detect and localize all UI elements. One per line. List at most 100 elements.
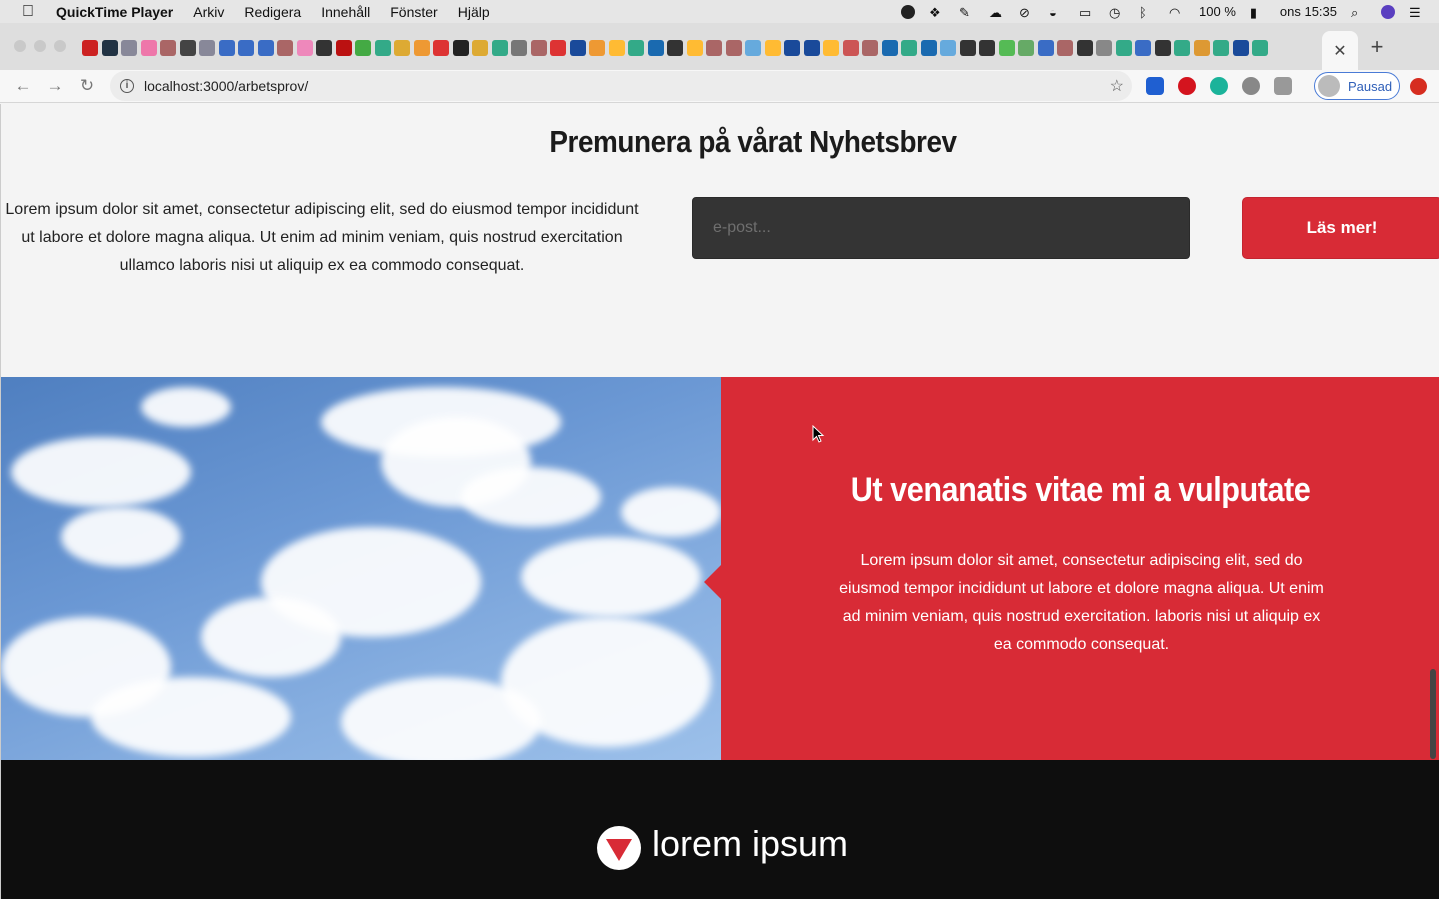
pinned-tab-favicon[interactable] [238, 40, 254, 56]
pinned-tab-favicon[interactable] [413, 40, 430, 56]
menu-hjalp[interactable]: Hjälp [458, 4, 490, 20]
pinned-tab-favicon[interactable] [1037, 40, 1054, 56]
forward-icon[interactable]: → [44, 75, 66, 97]
pinned-tab-favicon[interactable] [491, 40, 508, 56]
update-icon[interactable] [1410, 78, 1427, 95]
pinned-tab-favicon[interactable] [569, 40, 586, 56]
pinned-tab-favicon[interactable] [140, 40, 157, 56]
pinned-tab-favicon[interactable] [862, 40, 878, 56]
menu-redigera[interactable]: Redigera [244, 4, 301, 20]
pinned-tab-favicon[interactable] [160, 40, 176, 56]
pinned-tab-favicon[interactable] [511, 40, 527, 56]
pinned-tab-favicon[interactable] [628, 40, 644, 56]
pinned-tab-favicon[interactable] [608, 40, 625, 56]
pinned-tab-favicon[interactable] [394, 40, 410, 56]
menu-arkiv[interactable]: Arkiv [193, 4, 224, 20]
pinned-tab-favicon[interactable] [784, 40, 800, 56]
active-tab[interactable]: ✕ [1322, 31, 1358, 70]
pinned-tab-favicon[interactable] [1018, 40, 1034, 56]
menubar-clock[interactable]: ons 15:35 [1280, 4, 1337, 19]
new-tab-button[interactable]: + [1366, 36, 1388, 58]
pinned-tab-favicon[interactable] [121, 40, 137, 56]
footer-logo-text[interactable]: lorem ipsum [652, 823, 848, 865]
bluetooth-icon[interactable]: ᛒ [1139, 5, 1155, 20]
pinned-tab-favicon[interactable] [706, 40, 722, 56]
pinned-tab-favicon[interactable] [355, 40, 371, 56]
read-more-button[interactable]: Läs mer! [1242, 197, 1439, 259]
pinned-tab-favicon[interactable] [530, 40, 547, 56]
pinned-tab-favicon[interactable] [1213, 40, 1229, 56]
pinned-tab-favicon[interactable] [979, 40, 995, 56]
pinned-tab-favicon[interactable] [589, 40, 605, 56]
pinned-tab-favicon[interactable] [316, 40, 332, 56]
airplay-icon[interactable]: ▭ [1079, 5, 1095, 20]
site-info-icon[interactable]: i [120, 79, 134, 93]
pinned-tab-favicon[interactable] [803, 40, 820, 56]
pinned-tab-favicon[interactable] [1135, 40, 1151, 56]
pinned-tab-favicon[interactable] [745, 40, 761, 56]
pinned-tab-favicon[interactable] [296, 40, 313, 56]
pinned-tab-favicon[interactable] [686, 40, 703, 56]
pinned-tab-favicon[interactable] [881, 40, 898, 56]
extension-bug-icon[interactable] [1242, 77, 1260, 95]
close-tab-icon[interactable]: ✕ [1333, 41, 1346, 61]
pinned-tab-favicon[interactable] [647, 40, 664, 56]
time-machine-icon[interactable]: ◷ [1109, 5, 1125, 20]
minimize-window-button[interactable] [34, 40, 46, 52]
pinned-tab-favicon[interactable] [218, 40, 235, 56]
pinned-tab-favicon[interactable] [277, 40, 293, 56]
pinned-tab-favicon[interactable] [1096, 40, 1112, 56]
pinned-tab-favicon[interactable] [433, 40, 449, 56]
pinned-tab-favicon[interactable] [823, 40, 839, 56]
logo-icon[interactable] [597, 826, 641, 870]
page-scrollbar[interactable] [1430, 669, 1436, 759]
dropbox-icon[interactable]: ❖ [929, 5, 945, 20]
menu-innehall[interactable]: Innehåll [321, 4, 370, 20]
hat-icon[interactable]: ◒ [1049, 5, 1065, 20]
bookmark-star-icon[interactable]: ☆ [1110, 76, 1124, 96]
address-url[interactable]: localhost:3000/arbetsprov/ [144, 78, 308, 94]
zoom-window-button[interactable] [54, 40, 66, 52]
circle-slash-icon[interactable]: ⊘ [1019, 5, 1035, 20]
apple-menu[interactable]:  [0, 3, 56, 21]
reload-icon[interactable]: ↻ [76, 75, 98, 97]
pinned-tab-favicon[interactable] [842, 40, 859, 56]
pinned-tab-favicon[interactable] [374, 40, 391, 56]
cloud-icon[interactable]: ☁ [989, 5, 1005, 20]
pinned-tab-favicon[interactable] [82, 40, 98, 56]
pinned-tab-favicon[interactable] [998, 40, 1015, 56]
extension-adblock-icon[interactable] [1178, 77, 1196, 95]
pinned-tab-favicon[interactable] [920, 40, 937, 56]
pinned-tab-favicon[interactable] [764, 40, 781, 56]
pinned-tab-favicon[interactable] [1193, 40, 1210, 56]
pinned-tab-favicon[interactable] [257, 40, 274, 56]
email-field[interactable] [692, 197, 1190, 259]
pinned-tab-favicon[interactable] [1154, 40, 1171, 56]
wifi-icon[interactable]: ◠ [1169, 5, 1185, 20]
pinned-tab-favicon[interactable] [101, 40, 118, 56]
feather-icon[interactable]: ✎ [959, 5, 975, 20]
pinned-tab-favicon[interactable] [959, 40, 976, 56]
notification-center-icon[interactable]: ☰ [1409, 5, 1425, 20]
pinned-tab-favicon[interactable] [472, 40, 488, 56]
record-icon[interactable] [901, 4, 916, 19]
pinned-tab-favicon[interactable] [1057, 40, 1073, 56]
extension-m-icon[interactable] [1210, 77, 1228, 95]
menu-fonster[interactable]: Fönster [390, 4, 437, 20]
pinned-tab-favicon[interactable] [199, 40, 215, 56]
spotlight-search-icon[interactable]: ⌕ [1351, 5, 1367, 20]
pinned-tab-favicon[interactable] [1252, 40, 1268, 56]
address-bar[interactable]: i localhost:3000/arbetsprov/ ☆ [110, 71, 1132, 101]
pinned-tab-favicon[interactable] [725, 40, 742, 56]
battery-icon[interactable]: ▮ [1250, 5, 1266, 20]
siri-icon[interactable] [1381, 4, 1395, 19]
pinned-tab-favicon[interactable] [901, 40, 917, 56]
menu-app-name[interactable]: QuickTime Player [56, 4, 173, 20]
pinned-tab-favicon[interactable] [550, 40, 566, 56]
pinned-tab-favicon[interactable] [1174, 40, 1190, 56]
pinned-tab-favicon[interactable] [1076, 40, 1093, 56]
extension-euro-icon[interactable] [1146, 77, 1164, 95]
pinned-tab-favicon[interactable] [179, 40, 196, 56]
profile-button[interactable]: Pausad [1314, 72, 1400, 100]
pinned-tab-favicon[interactable] [667, 40, 683, 56]
